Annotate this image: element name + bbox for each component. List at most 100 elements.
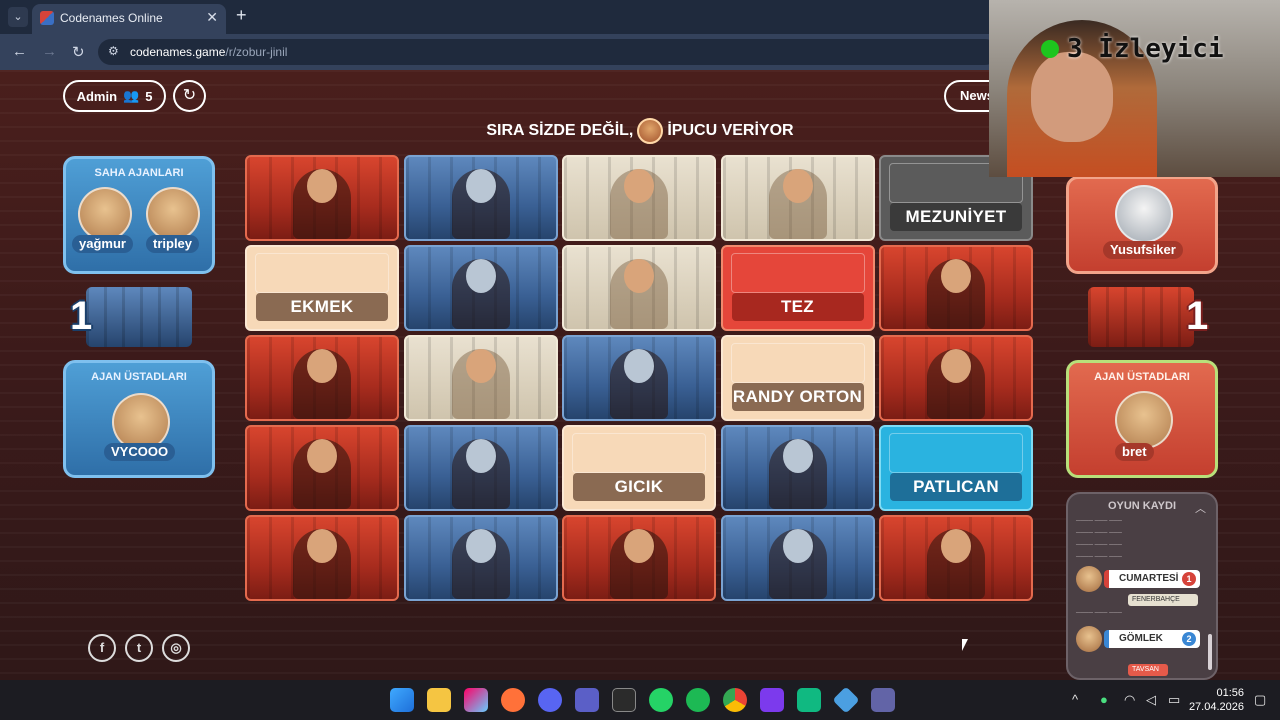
word-card[interactable]: GICIK (562, 425, 716, 511)
revealed-agent-card[interactable] (245, 425, 399, 511)
word-card[interactable]: RANDY ORTON (720, 335, 875, 421)
revealed-agent-card[interactable] (403, 155, 558, 241)
site-settings-icon[interactable]: ⚙ (108, 44, 119, 58)
revealed-agent-card[interactable] (562, 245, 716, 331)
revealed-agent-card[interactable] (562, 155, 716, 241)
whatsapp-icon[interactable] (649, 688, 673, 712)
notification-icon[interactable]: ▢ (1254, 692, 1266, 708)
revealed-agent-card[interactable] (879, 515, 1033, 601)
card-word: MEZUNİYET (890, 203, 1022, 231)
restart-icon[interactable]: ↻ (173, 80, 206, 112)
firefox-icon[interactable] (501, 688, 525, 712)
spymaster-name[interactable]: bret (1115, 443, 1154, 461)
revealed-agent-card[interactable] (879, 245, 1033, 331)
player-name-yusufsiker[interactable]: Yusufsiker (1103, 241, 1183, 259)
red-operatives-panel: Yusufsiker (1066, 176, 1218, 274)
discord-icon[interactable] (538, 688, 562, 712)
agent-head (941, 349, 971, 383)
red-score-card (1088, 287, 1194, 347)
card-inner-frame (730, 253, 865, 293)
twitter-icon[interactable]: t (125, 634, 153, 662)
tray-chevron-icon[interactable]: ^ (1072, 692, 1078, 707)
revealed-agent-card[interactable] (562, 335, 716, 421)
turn-banner: SIRA SİZDE DEĞİL, İPUCU VERİYOR (400, 118, 880, 144)
system-clock[interactable]: 01:56 27.04.2026 (1189, 686, 1244, 714)
revealed-agent-card[interactable] (562, 515, 716, 601)
start-menu-icon[interactable] (390, 688, 414, 712)
url-path: /r/zobur-jinil (225, 45, 288, 59)
player-name-tripley[interactable]: tripley (146, 235, 200, 253)
log-entry: ──── ─── ─── (1076, 530, 1122, 536)
teams-icon[interactable] (575, 688, 599, 712)
revealed-agent-card[interactable] (245, 515, 399, 601)
copilot-icon[interactable] (464, 688, 488, 712)
word-card[interactable]: EKMEK (245, 245, 399, 331)
card-word: GICIK (573, 473, 705, 501)
revealed-agent-card[interactable] (720, 425, 875, 511)
browser-tab[interactable]: Codenames Online ✕ (32, 4, 226, 34)
word-card[interactable]: TEZ (720, 245, 875, 331)
tab-list-dropdown[interactable]: ⌄ (8, 7, 28, 27)
epic-games-icon[interactable] (612, 688, 636, 712)
player-name-yagmur[interactable]: yağmur (72, 235, 133, 253)
red-spymasters-title: AJAN ÜSTADLARI (1094, 371, 1190, 383)
revealed-agent-card[interactable] (245, 335, 399, 421)
agent-head (307, 529, 337, 563)
battery-icon[interactable]: ▭ (1168, 692, 1180, 708)
agent-head (465, 439, 496, 473)
reload-icon[interactable]: ↻ (72, 43, 85, 61)
microphone-icon[interactable]: ● (1100, 692, 1108, 707)
revealed-agent-card[interactable] (403, 245, 558, 331)
revealed-agent-card[interactable] (245, 155, 399, 241)
spymaster-name[interactable]: VYCOOO (104, 443, 176, 461)
admin-label: Admin (76, 88, 118, 104)
blue-spymasters-title: AJAN ÜSTADLARI (91, 371, 187, 383)
admin-button[interactable]: Admin 👥 5 (63, 80, 166, 112)
card-inner-frame (730, 343, 865, 383)
spotify-icon[interactable] (686, 688, 710, 712)
agent-head (307, 349, 337, 383)
revealed-agent-card[interactable] (720, 155, 875, 241)
collapse-chevron-icon[interactable]: ︿ (1195, 500, 1206, 516)
viewer-counter: 3 İzleyici (1041, 34, 1224, 64)
tab-close-icon[interactable]: ✕ (206, 9, 218, 26)
url-host: codenames.game (130, 45, 226, 59)
facebook-icon[interactable]: f (88, 634, 116, 662)
revealed-agent-card[interactable] (403, 335, 558, 421)
log-scrollbar[interactable] (1208, 634, 1212, 670)
new-tab-button[interactable]: + (236, 5, 247, 26)
file-explorer-icon[interactable] (427, 688, 451, 712)
clue-word: CUMARTESİ (1119, 573, 1179, 584)
agent-head (782, 169, 813, 203)
teams-icon[interactable] (871, 688, 895, 712)
visual-studio-icon[interactable] (760, 688, 784, 712)
chrome-icon[interactable] (723, 688, 747, 712)
wifi-icon[interactable]: ◠ (1124, 692, 1135, 708)
card-pattern (1088, 287, 1194, 347)
app-icon[interactable] (832, 686, 860, 714)
clue-word: GÖMLEK (1119, 633, 1163, 644)
instagram-icon[interactable]: ◎ (162, 634, 190, 662)
app-icon[interactable] (797, 688, 821, 712)
agent-head (465, 529, 496, 563)
volume-icon[interactable]: ◁ (1146, 692, 1156, 708)
agent-head (465, 169, 496, 203)
revealed-agent-card[interactable] (879, 335, 1033, 421)
back-arrow-icon[interactable]: ← (12, 43, 27, 60)
blue-score-card (86, 287, 192, 347)
log-entry: ──── ─── ─── (1076, 610, 1122, 616)
log-entry: ──── ─── ─── (1076, 554, 1122, 560)
revealed-agent-card[interactable] (403, 425, 558, 511)
card-word: RANDY ORTON (731, 383, 864, 411)
card-word: EKMEK (256, 293, 388, 321)
url-field[interactable]: ⚙ codenames.game/r/zobur-jinil (98, 39, 998, 65)
agent-head (465, 349, 496, 383)
blue-spymasters-panel: AJAN ÜSTADLARI VYCOOO (63, 360, 215, 478)
revealed-agent-card[interactable] (720, 515, 875, 601)
forward-arrow-icon[interactable]: → (42, 43, 57, 60)
revealed-agent-card[interactable] (403, 515, 558, 601)
guess-tag: TAVSAN (1128, 664, 1168, 676)
word-card[interactable]: PATLICAN (879, 425, 1033, 511)
red-spymasters-panel: AJAN ÜSTADLARI bret (1066, 360, 1218, 478)
player-count: 5 (145, 88, 153, 104)
